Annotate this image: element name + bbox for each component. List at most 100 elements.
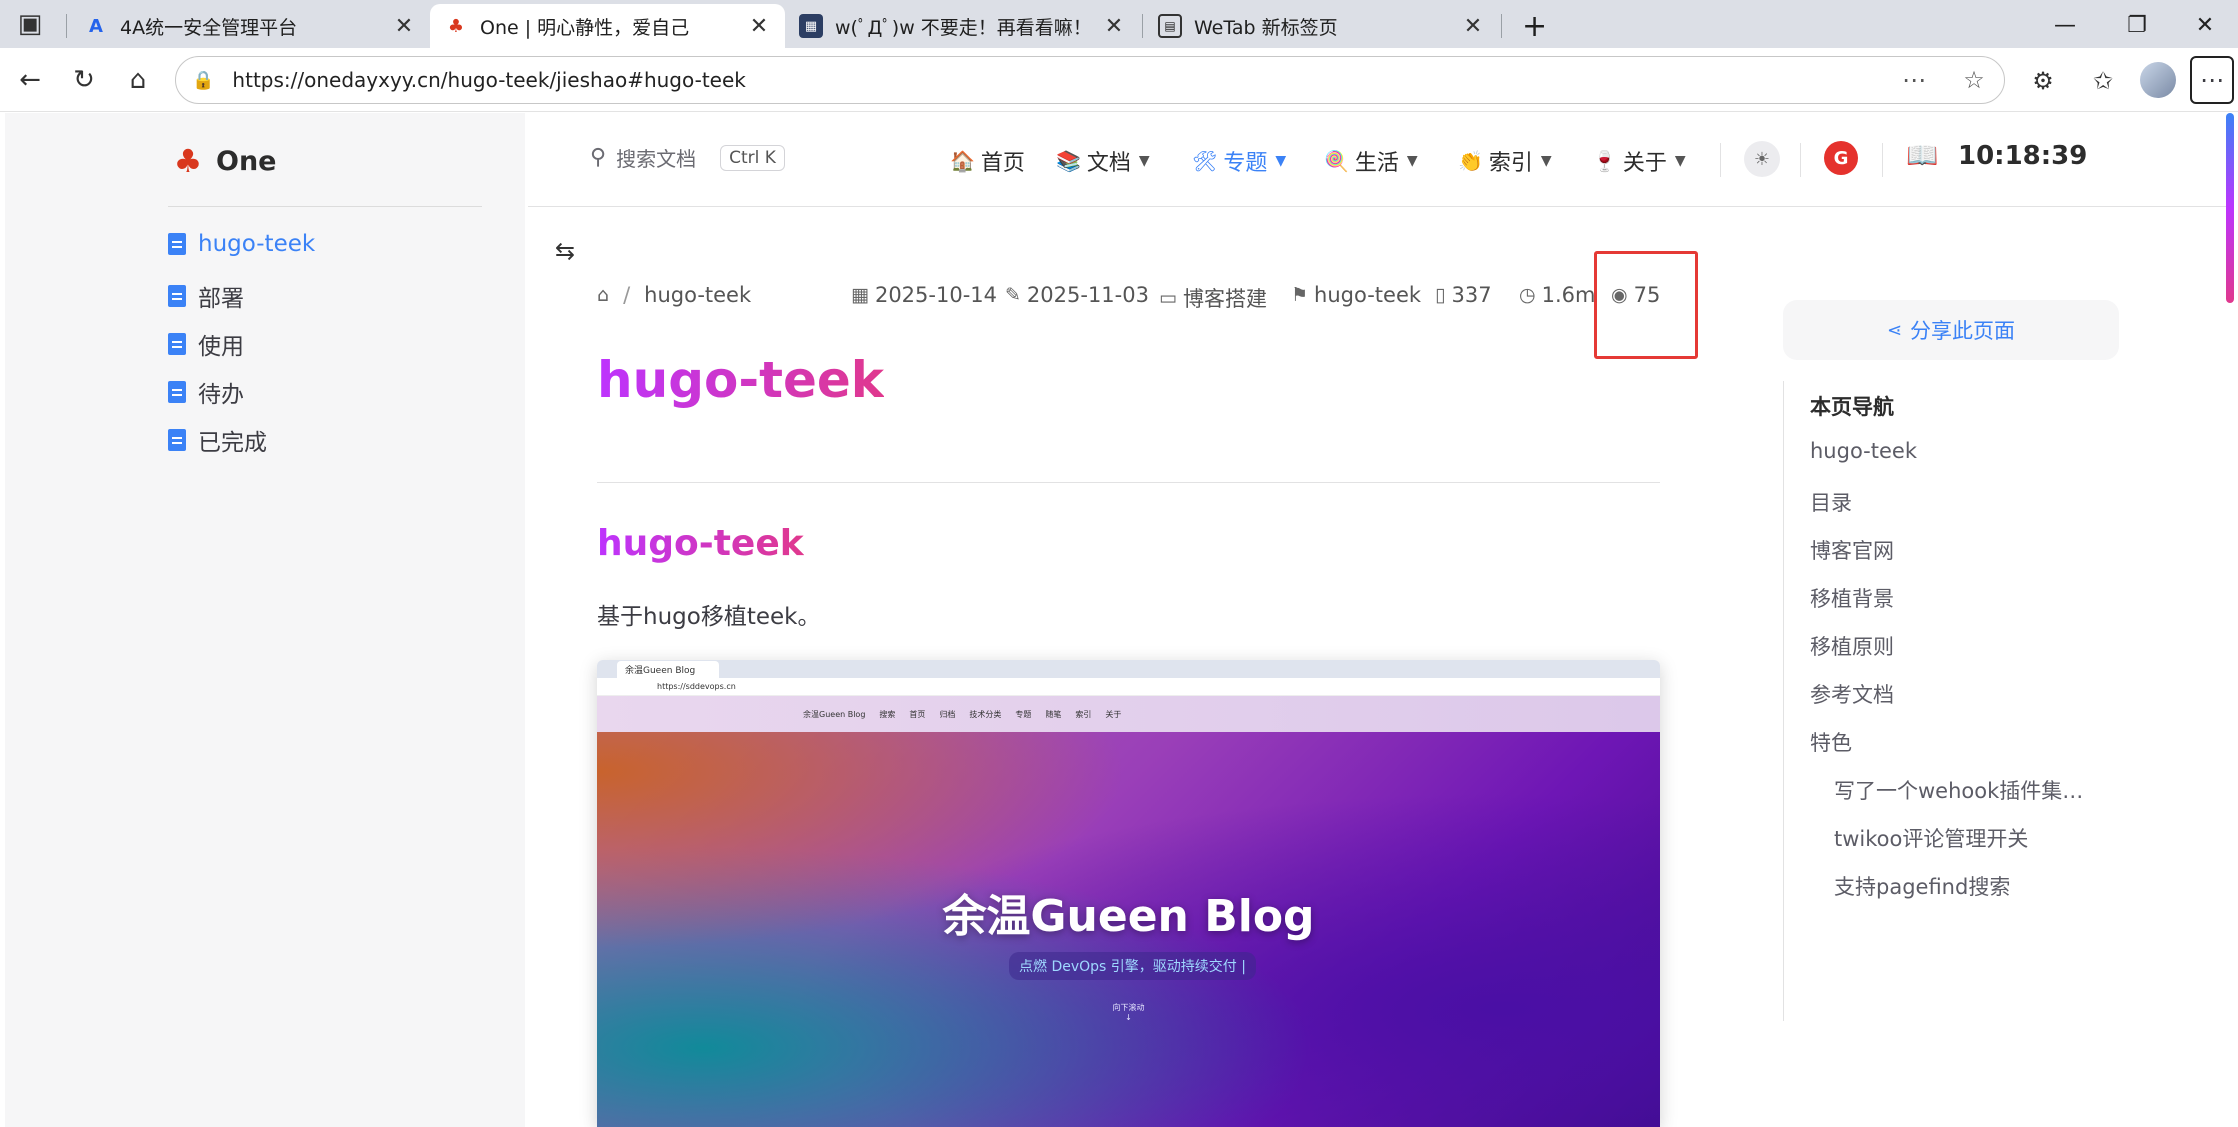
toc-subitem[interactable]: 写了一个wehook插件集…: [1834, 775, 2084, 805]
tag-link[interactable]: ⚑ hugo-teek: [1291, 283, 1421, 307]
browser-tab-3[interactable]: ▦ w(ﾟДﾟ)w 不要走！再看看嘛！ ✕: [785, 4, 1140, 48]
nav-home[interactable]: 🏠 首页: [950, 145, 1025, 177]
updated-date: ✎ 2025-11-03: [1005, 283, 1149, 307]
toc-item[interactable]: 移植原则: [1810, 631, 1894, 661]
browser-tab-4[interactable]: ▤ WeTab 新标签页 ✕: [1144, 4, 1499, 48]
sun-icon: ☀: [1753, 148, 1771, 170]
nav-docs[interactable]: 📚 文档 ▼: [1056, 145, 1150, 177]
back-icon[interactable]: ←: [10, 60, 50, 100]
new-tab-button[interactable]: +: [1508, 4, 1552, 48]
document-icon: [168, 429, 186, 451]
toc-item[interactable]: 特色: [1810, 727, 1852, 757]
toc-item[interactable]: 目录: [1810, 487, 1852, 517]
search-icon: ⚲: [590, 145, 607, 170]
nav-about[interactable]: 🍷 关于 ▼: [1592, 145, 1686, 177]
collapse-sidebar-icon[interactable]: ⇆: [555, 237, 575, 265]
browser-tab-1[interactable]: A 4A统一安全管理平台 ✕: [70, 4, 430, 48]
document-icon: [168, 285, 186, 307]
close-tab-icon[interactable]: ✕: [392, 14, 416, 39]
screenshot-scroll-hint: 向下滚动 ↓: [1112, 1003, 1145, 1022]
page-scrollbar[interactable]: [2226, 113, 2234, 303]
toc-item[interactable]: hugo-teek: [1810, 439, 1917, 463]
book-icon: ▯: [1435, 284, 1446, 306]
sidebar-item-deploy[interactable]: 部署: [168, 279, 244, 313]
gitee-icon[interactable]: G: [1824, 141, 1858, 175]
close-tab-icon[interactable]: ✕: [1102, 14, 1126, 39]
sidebar-item-done[interactable]: 已完成: [168, 423, 267, 457]
toc-title: 本页导航: [1810, 395, 1894, 419]
breadcrumb: ⌂ / hugo-teek: [597, 283, 752, 307]
site-info-icon[interactable]: 🔒: [192, 70, 214, 91]
url-bar[interactable]: 🔒 https://onedayxyy.cn/hugo-teek/jieshao…: [175, 56, 2005, 104]
home-icon[interactable]: ⌂: [597, 284, 609, 306]
browser-tab-2[interactable]: ♣ One | 明心静性，爱自己 ✕: [430, 4, 785, 48]
restore-icon[interactable]: ❐: [2104, 6, 2170, 44]
clock-icon: ◷: [1519, 284, 1536, 306]
close-tab-icon[interactable]: ✕: [747, 14, 771, 39]
wine-icon: 🍷: [1592, 149, 1617, 173]
minimize-icon[interactable]: —: [2032, 6, 2098, 44]
books-icon: 📚: [1056, 149, 1081, 173]
favorite-star-icon[interactable]: ☆: [1944, 66, 2004, 94]
chevron-down-icon: ▼: [1275, 153, 1287, 169]
toc-item[interactable]: 参考文档: [1810, 679, 1894, 709]
nav-divider: [1800, 143, 1801, 177]
folder-icon: ▭: [1159, 287, 1177, 309]
extensions-icon[interactable]: ⚙: [2022, 60, 2064, 102]
document-icon: [168, 333, 186, 355]
search-button[interactable]: ⚲ 搜索文档 Ctrl K: [590, 143, 785, 172]
favorites-icon[interactable]: ✩: [2082, 60, 2124, 102]
screenshot-hero: 余温Gueen Blog 点燃 DevOps 引擎，驱动持续交付 | 向下滚动 ↓: [597, 732, 1660, 1127]
article-screenshot-image: 余温Gueen Blog https://sddevops.cn 余温Gueen…: [597, 660, 1660, 1127]
browser-tab-bar: ▣ A 4A统一安全管理平台 ✕ ♣ One | 明心静性，爱自己 ✕ ▦ w(…: [0, 0, 2238, 48]
site-logo[interactable]: ♣ One: [168, 141, 277, 181]
reading-mode-icon[interactable]: 📖: [1906, 141, 1938, 171]
calendar-icon: ▤: [1158, 14, 1182, 38]
page-title: hugo-teek: [597, 351, 885, 409]
share-icon: ⋖: [1886, 319, 1903, 341]
share-page-button[interactable]: ⋖ 分享此页面: [1783, 300, 2119, 360]
read-time: ◷ 1.6m: [1519, 283, 1596, 307]
category-link[interactable]: ▭ 博客搭建: [1159, 283, 1267, 313]
clap-icon: 👏: [1458, 149, 1483, 173]
chevron-down-icon: ▼: [1138, 153, 1150, 169]
chevron-down-icon: ▼: [1406, 153, 1418, 169]
nav-divider: [1720, 143, 1721, 177]
url-text[interactable]: https://onedayxyy.cn/hugo-teek/jieshao#h…: [232, 68, 1884, 92]
sidebar-toggle-icon[interactable]: ▣: [10, 4, 50, 44]
close-tab-icon[interactable]: ✕: [1461, 14, 1485, 39]
pencil-icon: ✎: [1005, 284, 1021, 306]
screenshot-nav: 余温Gueen Blog 搜索 首页 归档 技术分类 专题 随笔 索引 关于: [597, 696, 1660, 732]
toc-item[interactable]: 移植背景: [1810, 583, 1894, 613]
section-description: 基于hugo移植teek。: [597, 604, 821, 630]
theme-toggle-button[interactable]: ☀: [1744, 141, 1780, 177]
tools-icon: 🛠: [1192, 149, 1218, 173]
avatar[interactable]: [2140, 62, 2176, 98]
sidebar-item-usage[interactable]: 使用: [168, 327, 244, 361]
chevron-down-icon: ▼: [1540, 153, 1552, 169]
created-date: ▦ 2025-10-14: [851, 283, 997, 307]
more-menu-icon[interactable]: ⋯: [2190, 56, 2234, 104]
nav-topics[interactable]: 🛠 专题 ▼: [1192, 145, 1286, 177]
word-count: ▯ 337: [1435, 283, 1492, 307]
toc-subitem[interactable]: twikoo评论管理开关: [1834, 823, 2028, 853]
house-icon: 🏠: [950, 149, 975, 173]
nav-life[interactable]: 🍭 生活 ▼: [1324, 145, 1418, 177]
close-window-icon[interactable]: ✕: [2172, 6, 2238, 44]
sidebar-item-todo[interactable]: 待办: [168, 375, 244, 409]
view-count-highlight: [1594, 251, 1698, 359]
home-icon[interactable]: ⌂: [118, 60, 158, 100]
title-divider: [597, 482, 1660, 483]
toc-subitem[interactable]: 支持pagefind搜索: [1834, 871, 2010, 901]
toc-item[interactable]: 博客官网: [1810, 535, 1894, 565]
nav-index[interactable]: 👏 索引 ▼: [1458, 145, 1552, 177]
document-icon: [168, 233, 186, 255]
screenshot-subtitle: 点燃 DevOps 引擎，驱动持续交付 |: [1009, 952, 1256, 980]
sidebar-item-hugo-teek[interactable]: hugo-teek: [168, 231, 315, 257]
tree-icon: ♣: [447, 15, 465, 37]
read-aloud-icon[interactable]: ⋯: [1884, 66, 1944, 94]
refresh-icon[interactable]: ↻: [64, 60, 104, 100]
calendar-icon: ▦: [851, 284, 869, 306]
tree-logo-icon: ♣: [173, 142, 203, 180]
screenshot-url: https://sddevops.cn: [597, 678, 1660, 696]
